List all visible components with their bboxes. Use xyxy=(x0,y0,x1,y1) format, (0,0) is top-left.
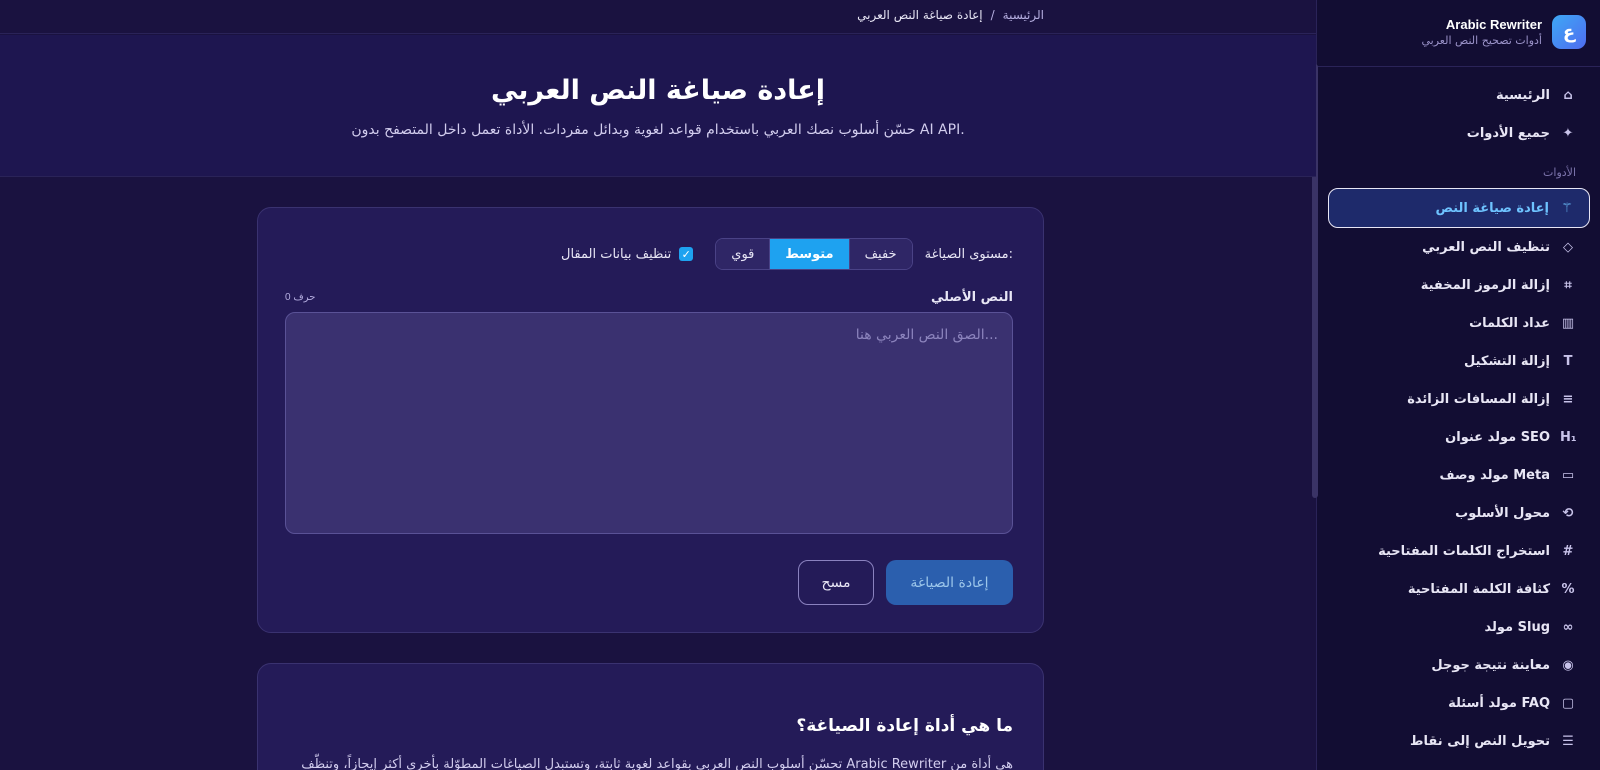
sidebar-item-label: مولد أسئلة FAQ xyxy=(1448,695,1550,711)
breadcrumb-home-link[interactable]: الرئيسية xyxy=(1003,8,1044,22)
heading-icon: H₁ xyxy=(1560,429,1577,445)
level-option-3[interactable]: قوي xyxy=(716,239,770,269)
percent-icon: % xyxy=(1561,581,1575,597)
sidebar-item-label: كثافة الكلمة المفتاحية xyxy=(1407,581,1550,597)
list-icon: ☰ xyxy=(1562,733,1574,749)
sidebar-item-message[interactable]: ▢ مولد أسئلة FAQ xyxy=(1328,684,1590,722)
checkbox-checked-icon[interactable]: ✓ xyxy=(679,247,694,261)
level-selector: خفيف متوسط قوي xyxy=(715,238,913,270)
input-label: النص الأصلي xyxy=(930,289,1013,305)
file-icon: ▭ xyxy=(1561,467,1575,483)
sidebar-item-label: مولد وصف Meta xyxy=(1439,467,1550,483)
message-icon: ▢ xyxy=(1561,695,1575,711)
options-row: مستوى الصياغة: خفيف متوسط قوي ✓ تنظيف بيان… xyxy=(285,238,1013,270)
sidebar-item-label: عداد الكلمات xyxy=(1469,315,1550,331)
level-option-2[interactable]: متوسط xyxy=(769,239,849,269)
breadcrumb: الرئيسية / إعادة صياغة النص العربي xyxy=(857,8,1044,22)
lines-icon: ≡ xyxy=(1562,391,1574,407)
page-subtitle: حسّن أسلوب نصك العربي باستخدام قواعد لغو… xyxy=(351,122,965,138)
sidebar-item-chart[interactable]: ▥ عداد الكلمات xyxy=(1328,304,1590,342)
rewrite-tool-card: مستوى الصياغة: خفيف متوسط قوي ✓ تنظيف بيان… xyxy=(257,207,1044,633)
breadcrumb-current: إعادة صياغة النص العربي xyxy=(857,8,983,22)
brand-text: Arabic Rewriter أدوات تصحيح النص العربي xyxy=(1421,17,1542,47)
scan-icon: ⌗ xyxy=(1564,277,1572,293)
eraser-icon: ◇ xyxy=(1563,239,1573,255)
clear-button[interactable]: مسح xyxy=(798,560,874,605)
sidebar-item-hash[interactable]: # استخراج الكلمات المفتاحية xyxy=(1328,532,1590,570)
sidebar-item-label: تنظيف النص العربي xyxy=(1422,239,1550,255)
sidebar-nav: ⌂ الرئيسية ✦ جميع الأدوات الأدوات ⚚ إعادة صي… xyxy=(1316,76,1600,760)
sparkles-icon: ✦ xyxy=(1562,125,1574,141)
sidebar-item-label: إعادة صياغة النص xyxy=(1435,200,1549,216)
sidebar-item-lines[interactable]: ≡ إزالة المسافات الزائدة xyxy=(1328,380,1590,418)
sidebar-item-label: محول الأسلوب xyxy=(1455,505,1550,521)
brand[interactable]: ع Arabic Rewriter أدوات تصحيح النص العرب… xyxy=(1330,10,1586,54)
action-buttons: إعادة الصياغة مسح xyxy=(798,560,1013,605)
sidebar-item-label: جميع الأدوات xyxy=(1466,125,1550,141)
hash-icon: # xyxy=(1562,543,1574,559)
about-body: هي أداة من Arabic Rewriter تحسّن أسلوب ا… xyxy=(301,757,1013,770)
sidebar-item-label: الرئيسية xyxy=(1495,87,1550,103)
page-title: إعادة صياغة النص العربي xyxy=(490,75,826,106)
eye-icon: ◉ xyxy=(1562,657,1574,673)
sidebar-item-eraser[interactable]: ◇ تنظيف النص العربي xyxy=(1328,228,1590,266)
link-icon: ∞ xyxy=(1562,619,1574,635)
repeat-icon: ⟲ xyxy=(1562,505,1574,521)
sidebar-item-eye[interactable]: ◉ معاينة نتيجة جوجل xyxy=(1328,646,1590,684)
sidebar-item-repeat[interactable]: ⟲ محول الأسلوب xyxy=(1328,494,1590,532)
brand-logo: ع xyxy=(1552,15,1586,49)
brand-subtitle: أدوات تصحيح النص العربي xyxy=(1421,34,1542,47)
char-count: 0 حرف xyxy=(285,291,316,303)
about-card: ما هي أداة إعادة الصياغة؟ هي أداة من Ara… xyxy=(257,663,1044,770)
sidebar-item-file[interactable]: ▭ مولد وصف Meta xyxy=(1328,456,1590,494)
sidebar-item-label: استخراج الكلمات المفتاحية xyxy=(1378,543,1550,559)
level-label: مستوى الصياغة: xyxy=(924,246,1013,262)
sidebar-item-scan[interactable]: ⌗ إزالة الرموز المخفية xyxy=(1328,266,1590,304)
clean-data-label: تنظيف بيانات المقال xyxy=(561,246,672,262)
sidebar-item-label: تحويل النص إلى نقاط xyxy=(1410,733,1550,749)
wand-icon: ⚚ xyxy=(1561,200,1573,216)
level-option-1[interactable]: خفيف xyxy=(848,239,912,269)
sidebar-item-label: إزالة الرموز المخفية xyxy=(1420,277,1550,293)
sidebar-item-list[interactable]: ☰ تحويل النص إلى نقاط xyxy=(1328,722,1590,760)
breadcrumb-separator: / xyxy=(990,8,995,22)
sidebar-item-label: مولد Slug xyxy=(1484,619,1551,635)
chart-icon: ▥ xyxy=(1561,315,1575,331)
original-text-input[interactable]: الصق النص العربي هنا... xyxy=(285,312,1013,534)
sidebar: ع Arabic Rewriter أدوات تصحيح النص العرب… xyxy=(1316,0,1600,770)
sidebar-item-type[interactable]: T إزالة التشكيل xyxy=(1328,342,1590,380)
sidebar-item-label: إزالة المسافات الزائدة xyxy=(1407,391,1550,407)
sidebar-item-heading[interactable]: H₁ مولد عنوان SEO xyxy=(1328,418,1590,456)
clean-data-checkbox[interactable]: ✓ تنظيف بيانات المقال xyxy=(561,246,694,262)
sidebar-item-sparkles[interactable]: ✦ جميع الأدوات xyxy=(1328,114,1590,152)
type-icon: T xyxy=(1563,353,1573,369)
sidebar-item-label: معاينة نتيجة جوجل xyxy=(1431,657,1550,673)
main-content: الرئيسية / إعادة صياغة النص العربي إعادة… xyxy=(0,0,1316,770)
page-hero: إعادة صياغة النص العربي حسّن أسلوب نصك ا… xyxy=(0,35,1316,177)
sidebar-item-percent[interactable]: % كثافة الكلمة المفتاحية xyxy=(1328,570,1590,608)
rewrite-button[interactable]: إعادة الصياغة xyxy=(886,560,1013,605)
sidebar-divider xyxy=(1316,66,1600,67)
sidebar-item-label: مولد عنوان SEO xyxy=(1445,429,1550,445)
home-icon: ⌂ xyxy=(1563,87,1573,103)
input-header: النص الأصلي 0 حرف xyxy=(285,288,1013,306)
sidebar-item-label: إزالة التشكيل xyxy=(1463,353,1550,369)
sidebar-item-wand[interactable]: ⚚ إعادة صياغة النص xyxy=(1328,188,1590,228)
brand-name: Arabic Rewriter xyxy=(1445,17,1542,32)
sidebar-item-link[interactable]: ∞ مولد Slug xyxy=(1328,608,1590,646)
breadcrumb-bar: الرئيسية / إعادة صياغة النص العربي xyxy=(0,0,1316,34)
sidebar-item-home[interactable]: ⌂ الرئيسية xyxy=(1328,76,1590,114)
about-title: ما هي أداة إعادة الصياغة؟ xyxy=(796,716,1013,736)
nav-section-label: الأدوات xyxy=(1543,166,1576,179)
